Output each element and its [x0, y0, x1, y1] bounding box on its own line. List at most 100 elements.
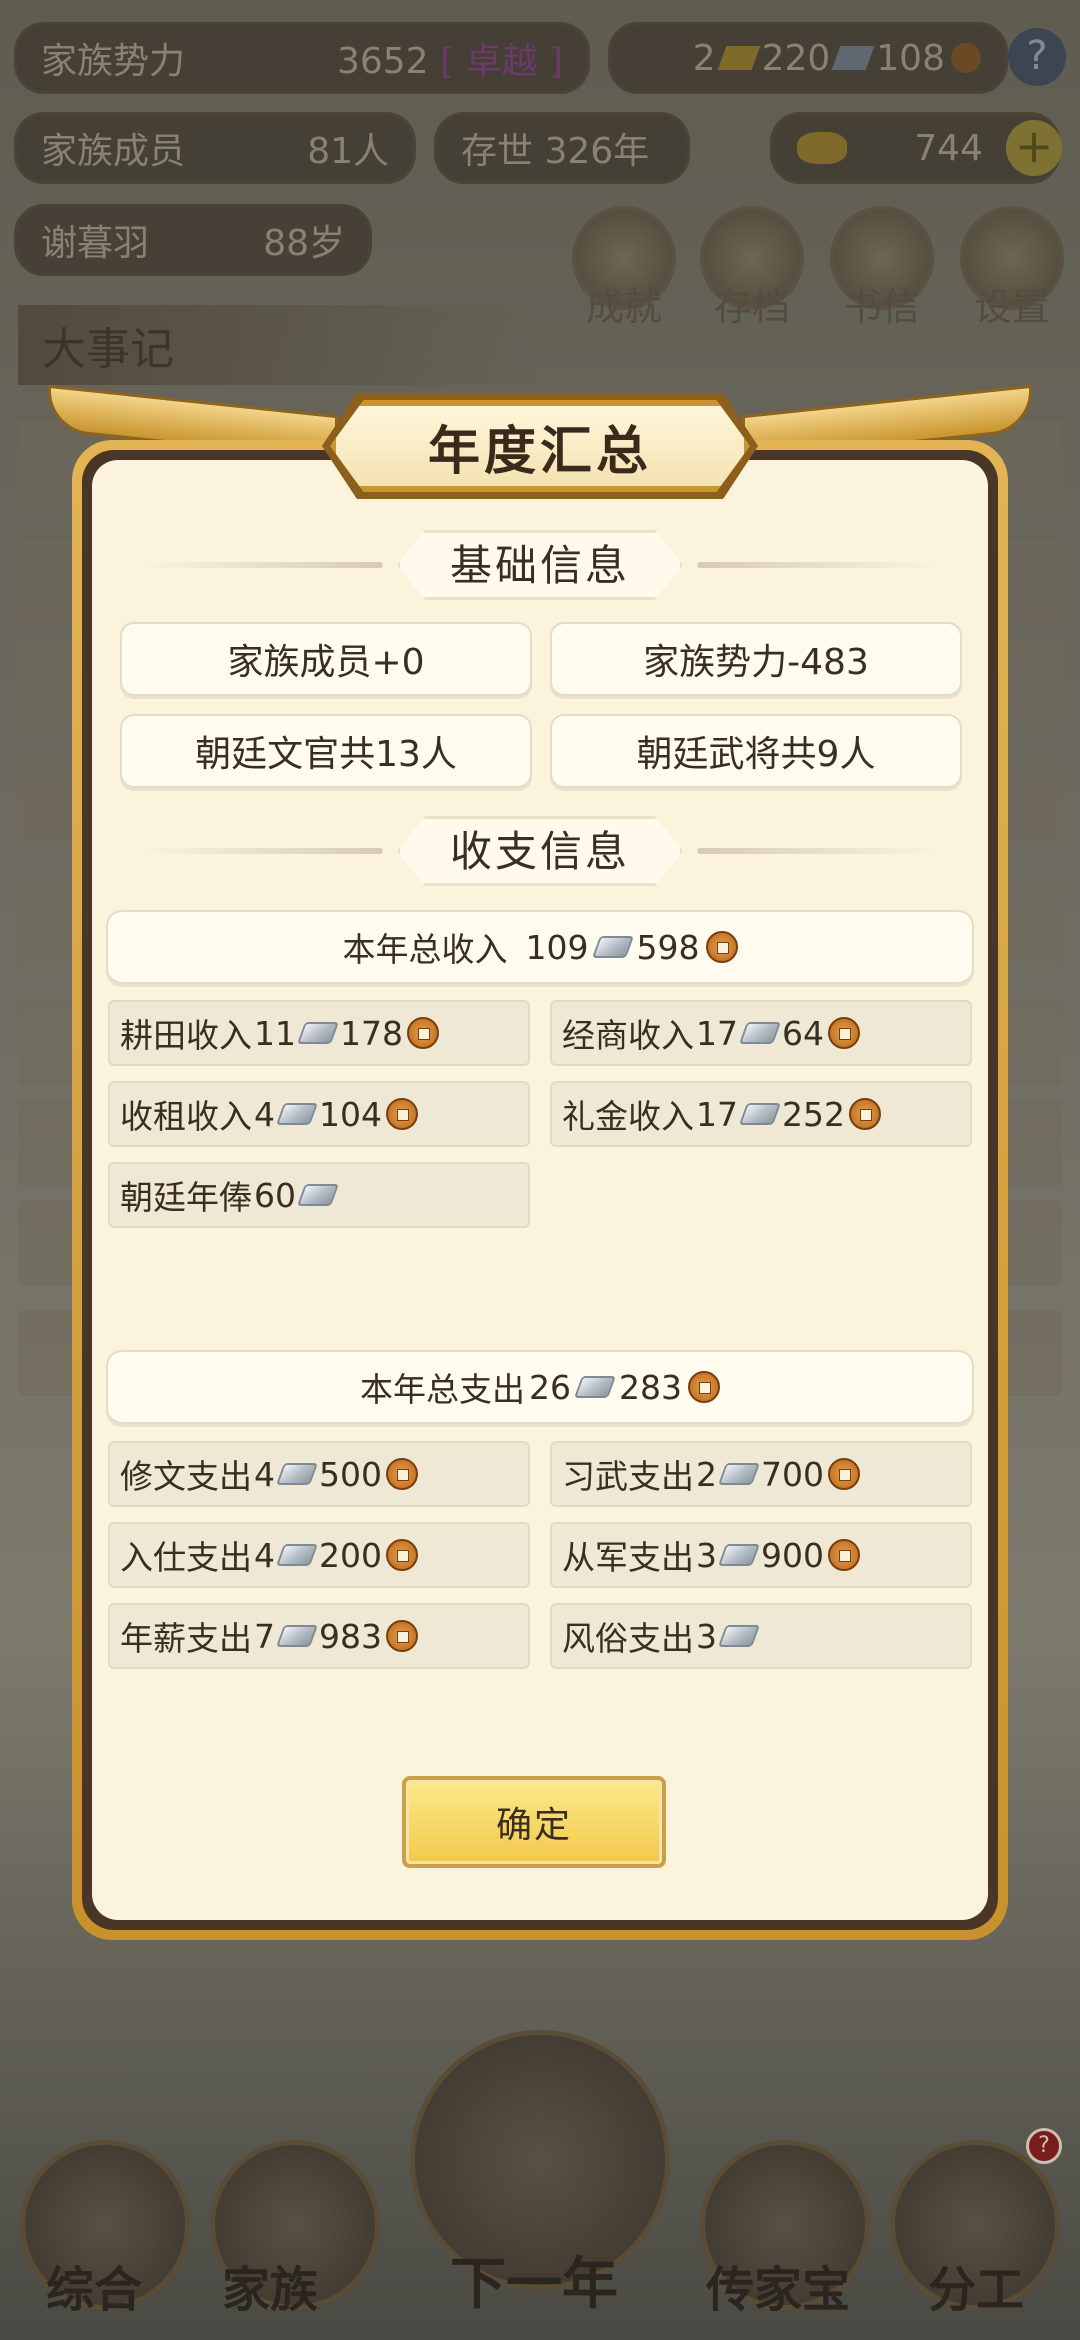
- coin-icon: [828, 1017, 860, 1049]
- silver-icon: [573, 1376, 617, 1398]
- family-power-rank: [ 卓越 ]: [440, 41, 563, 82]
- income-item-rent: 收租收入 4 104: [108, 1081, 530, 1147]
- expense-item-army: 从军支出 3 900: [550, 1522, 972, 1588]
- income-item-silver: 60: [254, 1175, 296, 1215]
- income-total-box: 本年总收入 109 598: [106, 910, 974, 984]
- coin-icon: [828, 1458, 860, 1490]
- notification-badge: ?: [1026, 2128, 1062, 2164]
- coin-icon: [386, 1458, 418, 1490]
- expense-item-study: 修文支出 4 500: [108, 1441, 530, 1507]
- nav-heirloom[interactable]: 传家宝: [706, 2250, 850, 2320]
- members-change-text: 家族成员+0: [227, 642, 425, 683]
- coin-icon: [407, 1017, 439, 1049]
- expense-item-coin: 200: [319, 1535, 382, 1575]
- income-total-coin: 598: [636, 927, 700, 967]
- income-item-coin: 64: [782, 1013, 824, 1053]
- silver-icon: [296, 1184, 340, 1206]
- expense-item-silver: 3: [696, 1535, 717, 1575]
- income-item-label: 礼金收入: [562, 1097, 694, 1136]
- add-ingot-button[interactable]: +: [1006, 120, 1062, 176]
- finance-info-header: 收支信息: [140, 816, 941, 886]
- expense-item-silver: 7: [254, 1616, 275, 1656]
- family-members-value: 81人: [307, 131, 389, 172]
- family-power-value: 3652: [336, 41, 429, 82]
- coin-icon: [705, 931, 738, 963]
- expense-item-label: 年薪支出: [120, 1619, 252, 1658]
- income-item-coin: 252: [782, 1094, 845, 1134]
- income-item-trade: 经商收入 17 64: [550, 1000, 972, 1066]
- expense-item-label: 入仕支出: [120, 1538, 252, 1577]
- expense-item-office: 入仕支出 4 200: [108, 1522, 530, 1588]
- nav-family[interactable]: 家族: [222, 2250, 318, 2320]
- power-change-text: 家族势力-483: [643, 642, 869, 683]
- events-title: 大事记: [18, 305, 538, 385]
- silver-icon: [738, 1022, 782, 1044]
- coin-icon: [386, 1620, 418, 1652]
- coin-icon: [828, 1539, 860, 1571]
- expense-item-coin: 983: [319, 1616, 382, 1656]
- patriarch-name: 谢暮羽: [41, 223, 150, 264]
- income-item-gift: 礼金收入 17 252: [550, 1081, 972, 1147]
- income-item-farming: 耕田收入 11 178: [108, 1000, 530, 1066]
- nav-next-year[interactable]: 下一年: [450, 2239, 618, 2320]
- ingot-value: 744: [914, 127, 983, 169]
- income-item-salary: 朝廷年俸 60: [108, 1162, 530, 1228]
- silver-icon: [717, 1544, 761, 1566]
- income-item-silver: 17: [696, 1094, 738, 1134]
- coin-icon: [951, 43, 981, 73]
- military-generals-box: 朝廷武将共9人: [550, 714, 962, 788]
- income-item-label: 收租收入: [120, 1097, 252, 1136]
- existence-bar: 存世 326年: [434, 112, 690, 184]
- expense-item-wages: 年薪支出 7 983: [108, 1603, 530, 1669]
- income-item-silver: 17: [696, 1013, 738, 1053]
- expense-item-coin: 500: [319, 1454, 382, 1494]
- expense-item-coin: 900: [761, 1535, 824, 1575]
- dialog-title-plate: 年度汇总: [330, 400, 750, 492]
- silver-icon: [717, 1625, 761, 1647]
- income-total-silver: 109: [525, 927, 589, 967]
- civil-officials-text: 朝廷文官共13人: [195, 734, 457, 775]
- nav-division[interactable]: 分工: [928, 2250, 1024, 2320]
- help-icon[interactable]: ?: [1008, 28, 1066, 86]
- coin-icon: [688, 1371, 720, 1403]
- income-item-coin: 104: [319, 1094, 382, 1134]
- confirm-button[interactable]: 确定: [402, 1776, 666, 1868]
- expense-item-silver: 3: [696, 1616, 717, 1656]
- patriarch-bar: 谢暮羽 88岁: [14, 204, 372, 276]
- family-power-label: 家族势力: [41, 41, 186, 82]
- expense-item-silver: 4: [254, 1454, 275, 1494]
- basic-info-title: 基础信息: [397, 530, 684, 600]
- basic-info-header: 基础信息: [140, 530, 941, 600]
- family-members-label: 家族成员: [41, 131, 186, 172]
- patriarch-age: 88岁: [263, 223, 345, 264]
- nav-general[interactable]: 综合: [46, 2250, 142, 2320]
- ingot-icon: [797, 132, 847, 164]
- silver-icon: [717, 1463, 761, 1485]
- income-total-label: 本年总收入: [342, 930, 508, 969]
- expense-item-silver: 4: [254, 1535, 275, 1575]
- achievement-label: 成就: [585, 285, 662, 329]
- civil-officials-box: 朝廷文官共13人: [120, 714, 532, 788]
- currency-bar: 2 220 108: [608, 22, 1008, 94]
- expense-item-label: 习武支出: [562, 1457, 694, 1496]
- expense-total-label: 本年总支出: [360, 1370, 525, 1409]
- expense-item-silver: 2: [696, 1454, 717, 1494]
- family-members-bar: 家族成员 81人: [14, 112, 416, 184]
- silver-icon: [296, 1022, 340, 1044]
- silver-icon: [275, 1463, 319, 1485]
- income-item-coin: 178: [340, 1013, 403, 1053]
- family-power-bar: 家族势力 3652 [ 卓越 ]: [14, 22, 590, 94]
- gold-value: 2: [692, 37, 716, 79]
- coin-value: 108: [876, 37, 945, 79]
- coin-icon: [849, 1098, 881, 1130]
- income-item-label: 耕田收入: [120, 1016, 252, 1055]
- silver-icon: [275, 1544, 319, 1566]
- income-item-silver: 4: [254, 1094, 275, 1134]
- archive-label: 存档: [713, 285, 790, 329]
- expense-item-label: 风俗支出: [562, 1619, 694, 1658]
- expense-total-silver: 26: [529, 1367, 571, 1407]
- coin-icon: [386, 1539, 418, 1571]
- silver-icon: [738, 1103, 782, 1125]
- existence-text: 存世 326年: [461, 131, 650, 172]
- expense-item-martial: 习武支出 2 700: [550, 1441, 972, 1507]
